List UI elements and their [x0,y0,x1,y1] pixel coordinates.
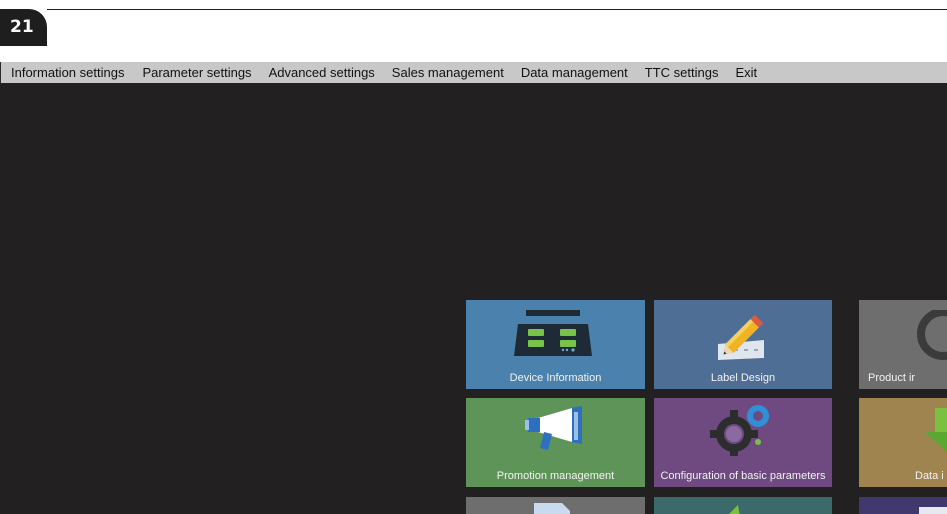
tile-label: Device Information [509,372,602,384]
page-number-badge: 21 [0,9,47,46]
tile-label: Data i [915,470,944,482]
tile-row3-document[interactable] [466,497,645,514]
tile-label-design[interactable]: Label Design [654,300,832,389]
menu-sales-management[interactable]: Sales management [392,65,504,80]
tile-label: Product ir [868,372,916,384]
tile-configuration-of-basic-parameters[interactable]: Configuration of basic parameters [654,398,832,487]
menu-parameter-settings[interactable]: Parameter settings [142,65,251,80]
menu-data-management[interactable]: Data management [521,65,628,80]
workspace: Device Information Label Design Product … [0,83,947,514]
tile-promotion-management[interactable]: Promotion management [466,398,645,487]
tile-label: Label Design [710,372,776,384]
megaphone-icon [525,406,582,450]
menu-bar: Information settings Parameter settings … [0,62,947,83]
tile-row3-arrow[interactable] [654,497,832,514]
tile-label: Configuration of basic parameters [660,470,826,482]
gears-icon [710,405,769,456]
header-divider [47,9,947,10]
tile-product-information[interactable]: Product ir [859,300,947,389]
menu-advanced-settings[interactable]: Advanced settings [269,65,375,80]
download-arrow-icon [925,408,947,452]
tile-data-import[interactable]: Data i [859,398,947,487]
menu-ttc-settings[interactable]: TTC settings [645,65,719,80]
window-icon [919,507,947,514]
scale-icon [514,310,592,356]
green-arrow-icon [729,505,740,514]
tile-row3-window[interactable] [859,497,947,514]
menu-exit[interactable]: Exit [735,65,757,80]
menu-information-settings[interactable]: Information settings [11,65,124,80]
tile-label: Promotion management [496,470,615,482]
pencil-icon [718,314,764,360]
document-icon [534,503,570,514]
magnifier-icon [917,310,947,360]
tile-device-information[interactable]: Device Information [466,300,645,389]
